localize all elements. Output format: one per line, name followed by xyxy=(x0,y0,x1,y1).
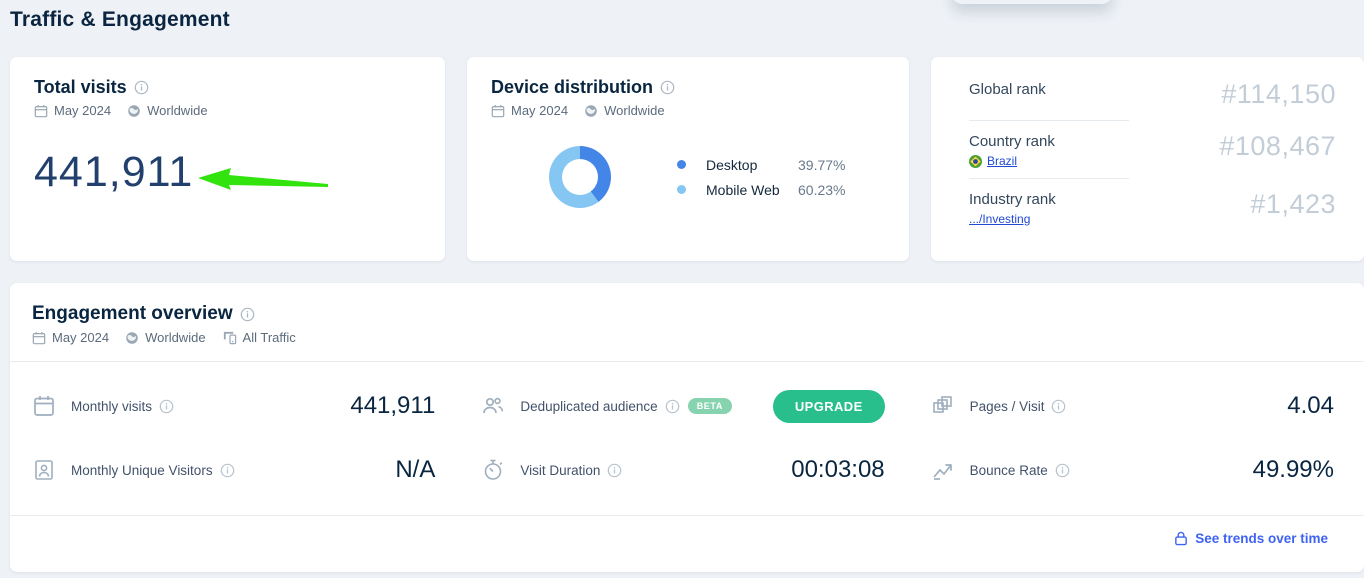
divider xyxy=(969,178,1129,179)
info-icon[interactable] xyxy=(134,80,149,95)
legend-label: Mobile Web xyxy=(706,182,794,198)
calendar-icon xyxy=(491,104,505,118)
info-icon[interactable] xyxy=(660,80,675,95)
total-visits-region: Worldwide xyxy=(147,103,207,118)
metric-value: 49.99% xyxy=(1253,456,1334,484)
metric-value: 00:03:08 xyxy=(791,456,884,484)
total-visits-date: May 2024 xyxy=(54,103,111,118)
info-icon[interactable] xyxy=(220,463,235,478)
calendar-icon xyxy=(32,331,46,345)
info-icon[interactable] xyxy=(159,399,174,414)
engagement-overview-title: Engagement overview xyxy=(32,303,233,325)
legend-value: 60.23% xyxy=(798,182,845,198)
legend-item-desktop: Desktop 39.77% xyxy=(677,157,845,173)
engagement-metrics-grid: Monthly visits 441,911 Deduplicated audi… xyxy=(32,374,1334,502)
engagement-overview-card: Engagement overview May 2024 Worldwide A… xyxy=(10,283,1364,572)
device-distribution-region: Worldwide xyxy=(604,103,664,118)
globe-icon xyxy=(584,104,598,118)
unique-visitor-badge-icon xyxy=(32,458,56,482)
global-rank-value: #114,150 xyxy=(1221,79,1336,110)
monthly-unique-visitors-metric: Monthly Unique Visitors N/A xyxy=(32,438,435,502)
metric-label: Bounce Rate xyxy=(970,463,1048,478)
global-rank-row: Global rank #114,150 xyxy=(969,79,1336,110)
device-donut-chart xyxy=(549,146,611,208)
all-traffic-icon xyxy=(222,330,237,345)
top-cards-row: Total visits May 2024 Worldwide 441,911 … xyxy=(10,57,1364,261)
audience-icon xyxy=(481,394,505,418)
industry-rank-label: Industry rank xyxy=(969,189,1141,208)
upgrade-button[interactable]: UPGRADE xyxy=(773,390,885,423)
donut-hole xyxy=(562,159,598,195)
engagement-traffic-filter: All Traffic xyxy=(243,330,296,345)
engagement-date: May 2024 xyxy=(52,330,109,345)
global-rank-label: Global rank xyxy=(969,79,1141,98)
metric-value: 4.04 xyxy=(1287,392,1334,420)
legend-label: Desktop xyxy=(706,157,794,173)
bounce-rate-icon xyxy=(931,458,955,482)
metric-label: Visit Duration xyxy=(520,463,600,478)
device-legend: Desktop 39.77% Mobile Web 60.23% xyxy=(677,157,845,198)
lock-icon xyxy=(1174,531,1188,546)
stopwatch-icon xyxy=(481,458,505,482)
calendar-metric-icon xyxy=(32,394,56,418)
legend-item-mobile-web: Mobile Web 60.23% xyxy=(677,182,845,198)
desktop-dot-icon xyxy=(677,160,686,169)
industry-rank-row: Industry rank .../Investing #1,423 xyxy=(969,189,1336,226)
beta-badge: BETA xyxy=(688,398,732,414)
deduplicated-audience-metric: Deduplicated audience BETA UPGRADE xyxy=(481,374,884,438)
cut-off-element-shadow xyxy=(952,0,1112,4)
see-trends-link[interactable]: See trends over time xyxy=(1195,531,1328,546)
bounce-rate-metric: Bounce Rate 49.99% xyxy=(931,438,1334,502)
metric-label: Deduplicated audience xyxy=(520,399,657,414)
info-icon[interactable] xyxy=(1055,463,1070,478)
visit-duration-metric: Visit Duration 00:03:08 xyxy=(481,438,884,502)
engagement-footer: See trends over time xyxy=(10,516,1364,546)
industry-rank-value: #1,423 xyxy=(1250,189,1336,220)
country-rank-value: #108,467 xyxy=(1219,131,1336,162)
device-distribution-title: Device distribution xyxy=(491,77,653,98)
divider xyxy=(10,361,1364,362)
metric-label: Monthly visits xyxy=(71,399,152,414)
rank-card: Global rank #114,150 Country rank Brazil… xyxy=(931,57,1364,261)
industry-rank-link[interactable]: .../Investing xyxy=(969,212,1030,226)
info-icon[interactable] xyxy=(607,463,622,478)
country-rank-label: Country rank xyxy=(969,131,1141,150)
globe-icon xyxy=(127,104,141,118)
metric-label: Pages / Visit xyxy=(970,399,1045,414)
info-icon[interactable] xyxy=(665,399,680,414)
total-visits-title: Total visits xyxy=(34,77,127,98)
pages-icon xyxy=(931,394,955,418)
globe-icon xyxy=(125,331,139,345)
pages-per-visit-metric: Pages / Visit 4.04 xyxy=(931,374,1334,438)
monthly-visits-metric: Monthly visits 441,911 xyxy=(32,374,435,438)
mobile-web-dot-icon xyxy=(677,185,686,194)
calendar-icon xyxy=(34,104,48,118)
brazil-flag-icon xyxy=(969,155,982,168)
total-visits-card: Total visits May 2024 Worldwide 441,911 xyxy=(10,57,445,261)
metric-value: N/A xyxy=(395,456,435,484)
divider xyxy=(969,120,1129,121)
device-distribution-card: Device distribution May 2024 Worldwide xyxy=(467,57,909,261)
device-distribution-date: May 2024 xyxy=(511,103,568,118)
green-arrow-annotation xyxy=(198,168,333,194)
legend-value: 39.77% xyxy=(798,157,845,173)
page-title: Traffic & Engagement xyxy=(10,8,230,32)
metric-value: 441,911 xyxy=(350,392,435,420)
engagement-region: Worldwide xyxy=(145,330,205,345)
metric-label: Monthly Unique Visitors xyxy=(71,463,213,478)
country-rank-link[interactable]: Brazil xyxy=(987,154,1017,168)
country-rank-row: Country rank Brazil #108,467 xyxy=(969,131,1336,168)
info-icon[interactable] xyxy=(1051,399,1066,414)
info-icon[interactable] xyxy=(240,307,255,322)
